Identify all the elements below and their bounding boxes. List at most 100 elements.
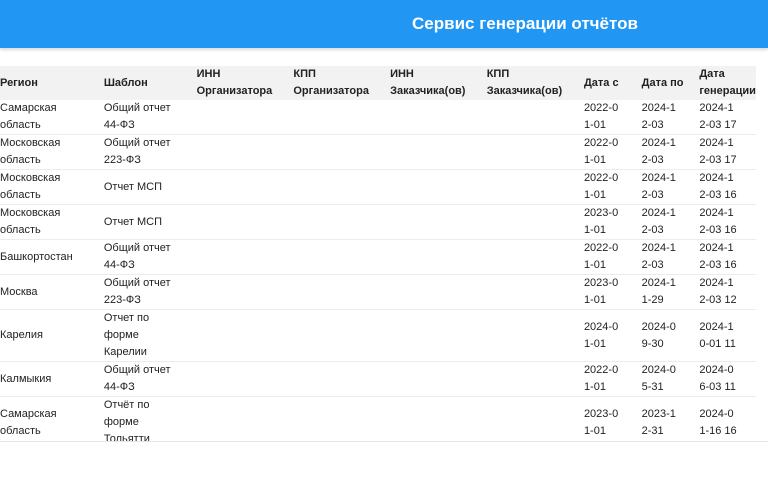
region-cell-text: Московская область bbox=[0, 137, 61, 166]
date-from-cell-text: 2022-01-01 bbox=[583, 242, 619, 271]
table-row[interactable]: Карелия Отчет по форме Карелии 2024-01-01 2… bbox=[0, 309, 756, 362]
table-bottom-divider bbox=[0, 441, 768, 442]
table-row[interactable]: Московская область Общий отчет 223-ФЗ 2022… bbox=[0, 134, 756, 170]
date-generated-cell: 2024-12-03 16 bbox=[687, 239, 756, 275]
table-row[interactable]: Калмыкия Общий отчет 44-ФЗ 2022-01-01 2024-… bbox=[0, 361, 756, 397]
region-cell-text: Карелия bbox=[0, 329, 43, 341]
date-to-cell-text: 2024-05-31 bbox=[641, 364, 676, 393]
region-cell-text: Самарская область bbox=[0, 102, 57, 131]
region-cell: Башкортостан bbox=[0, 239, 92, 275]
template-cell: Отчет по форме Карелии bbox=[91, 309, 185, 362]
column-header-inn-customer[interactable]: ИНН Заказчика(ов) bbox=[378, 66, 475, 100]
date-generated-cell: 2024-10-01 11 bbox=[687, 309, 756, 362]
date-from-cell: 2022-01-01 bbox=[571, 239, 630, 275]
kpp-customer-cell bbox=[474, 100, 572, 135]
date-from-cell-text: 2024-01-01 bbox=[583, 320, 619, 350]
region-cell: Калмыкия bbox=[0, 361, 92, 397]
column-header-date-from[interactable]: Дата с bbox=[572, 66, 630, 100]
date-generated-cell-text: 2024-12-03 16 bbox=[699, 242, 737, 271]
date-to-cell-text: 2024-12-03 bbox=[641, 207, 676, 236]
column-header-region[interactable]: Регион bbox=[0, 66, 92, 100]
date-to-cell: 2024-12-03 bbox=[629, 169, 688, 205]
date-to-cell-text: 2024-12-03 bbox=[641, 137, 676, 166]
reports-table: Регион Шаблон ИНН Организатора КПП Орган… bbox=[0, 66, 756, 442]
date-from-cell-text: 2023-01-01 bbox=[583, 407, 619, 437]
date-from-cell: 2022-01-01 bbox=[571, 169, 630, 205]
column-header-template[interactable]: Шаблон bbox=[92, 66, 185, 100]
date-from-cell: 2022-01-01 bbox=[571, 134, 630, 170]
inn-customer-cell bbox=[378, 274, 475, 310]
kpp-organizer-cell bbox=[281, 134, 379, 170]
column-header-kpp-organizer[interactable]: КПП Организатора bbox=[281, 66, 378, 100]
table-row[interactable]: Самарская область Отчёт по форме Тольятти… bbox=[0, 396, 756, 442]
date-to-cell: 2024-12-03 bbox=[629, 204, 688, 240]
date-to-cell-text: 2024-09-30 bbox=[641, 320, 676, 350]
date-from-cell-text: 2022-01-01 bbox=[583, 102, 619, 131]
region-cell: Карелия bbox=[0, 309, 92, 362]
date-to-cell: 2024-09-30 bbox=[629, 309, 688, 362]
date-to-cell: 2024-05-31 bbox=[629, 361, 688, 397]
table-row[interactable]: Московская область Отчет МСП 2022-01-01 202… bbox=[0, 169, 756, 205]
date-from-cell: 2022-01-01 bbox=[571, 100, 630, 135]
kpp-organizer-cell bbox=[281, 274, 379, 310]
table-row[interactable]: Московская область Отчет МСП 2023-01-01 202… bbox=[0, 204, 756, 240]
region-cell: Самарская область bbox=[0, 100, 92, 135]
inn-organizer-cell bbox=[184, 100, 282, 135]
template-cell-text: Отчет по форме Карелии bbox=[103, 312, 150, 358]
region-cell-text: Московская область bbox=[0, 207, 61, 236]
date-to-cell: 2024-11-29 bbox=[629, 274, 688, 310]
column-header-inn-organizer[interactable]: ИНН Организатора bbox=[185, 66, 282, 100]
date-to-cell-text: 2024-12-03 bbox=[641, 242, 676, 271]
date-from-cell-text: 2022-01-01 bbox=[583, 137, 619, 166]
region-cell: Московская область bbox=[0, 134, 92, 170]
date-generated-cell: 2024-06-03 11 bbox=[687, 361, 756, 397]
date-from-cell: 2023-01-01 bbox=[571, 274, 630, 310]
date-generated-cell: 2024-12-03 16 bbox=[687, 204, 756, 240]
kpp-customer-cell bbox=[474, 239, 572, 275]
date-to-cell: 2024-12-03 bbox=[629, 134, 688, 170]
table-header-row: Регион Шаблон ИНН Организатора КПП Орган… bbox=[0, 66, 756, 100]
template-cell-text: Общий отчет 44-ФЗ bbox=[103, 242, 171, 271]
date-from-cell: 2022-01-01 bbox=[571, 361, 630, 397]
date-to-cell-text: 2024-12-03 bbox=[641, 172, 676, 201]
inn-organizer-cell bbox=[184, 274, 282, 310]
date-to-cell: 2024-12-03 bbox=[629, 239, 688, 275]
table-row[interactable]: Самарская область Общий отчет 44-ФЗ 2022-0… bbox=[0, 100, 756, 135]
kpp-customer-cell bbox=[474, 396, 572, 442]
date-generated-cell-text: 2024-12-03 12 bbox=[699, 277, 737, 306]
kpp-customer-cell bbox=[474, 204, 572, 240]
kpp-organizer-cell bbox=[281, 396, 379, 442]
kpp-customer-cell bbox=[474, 361, 572, 397]
template-cell-text: Отчет МСП bbox=[103, 180, 163, 193]
date-generated-cell-text: 2024-06-03 11 bbox=[699, 364, 736, 393]
date-from-cell-text: 2023-01-01 bbox=[583, 277, 619, 306]
inn-organizer-cell bbox=[184, 134, 282, 170]
date-generated-cell-text: 2024-12-03 16 bbox=[699, 207, 737, 236]
inn-customer-cell bbox=[378, 169, 475, 205]
table-row[interactable]: Башкортостан Общий отчет 44-ФЗ 2022-01-01 2… bbox=[0, 239, 756, 275]
kpp-customer-cell bbox=[474, 274, 572, 310]
column-header-kpp-customer[interactable]: КПП Заказчика(ов) bbox=[475, 66, 572, 100]
region-cell: Москва bbox=[0, 274, 92, 310]
column-header-date-to[interactable]: Дата по bbox=[630, 66, 688, 100]
template-cell: Общий отчет 44-ФЗ bbox=[91, 361, 185, 397]
date-from-cell: 2024-01-01 bbox=[571, 309, 630, 362]
template-cell: Общий отчет 223-ФЗ bbox=[91, 134, 185, 170]
template-cell: Общий отчет 44-ФЗ bbox=[91, 239, 185, 275]
template-cell: Общий отчет 223-ФЗ bbox=[91, 274, 185, 310]
date-generated-cell-text: 2024-12-03 16 bbox=[699, 172, 737, 201]
region-cell-text: Московская область bbox=[0, 172, 61, 201]
region-cell: Московская область bbox=[0, 169, 92, 205]
region-cell-text: Башкортостан bbox=[0, 250, 73, 263]
table-body: Самарская область Общий отчет 44-ФЗ 2022-0… bbox=[0, 100, 756, 442]
template-cell-text: Общий отчет 223-ФЗ bbox=[103, 137, 171, 166]
date-to-cell-text: 2024-12-03 bbox=[641, 102, 676, 131]
column-header-date-generated[interactable]: Дата генерации bbox=[687, 66, 756, 100]
date-to-cell-text: 2023-12-31 bbox=[641, 407, 676, 437]
template-cell: Отчет МСП bbox=[91, 204, 185, 240]
region-cell: Московская область bbox=[0, 204, 92, 240]
region-cell-text: Самарская область bbox=[0, 407, 57, 437]
inn-customer-cell bbox=[378, 134, 475, 170]
kpp-customer-cell bbox=[474, 309, 572, 362]
table-row[interactable]: Москва Общий отчет 223-ФЗ 2023-01-01 2024-1… bbox=[0, 274, 756, 310]
